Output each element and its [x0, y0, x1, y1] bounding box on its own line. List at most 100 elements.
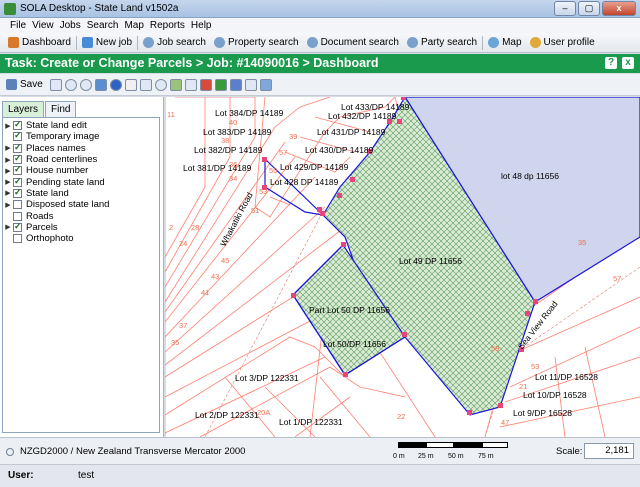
layer-checkbox[interactable] — [13, 221, 22, 232]
label-lot-10: Lot 10/DP 16528 — [523, 390, 587, 400]
minimize-button[interactable]: – — [554, 1, 576, 16]
layer-item[interactable]: ▶ Disposed state land — [3, 199, 159, 210]
house-number: 45 — [221, 256, 229, 265]
dashboard-button[interactable]: Dashboard — [4, 34, 75, 52]
split-icon[interactable] — [229, 78, 242, 91]
add-node-icon[interactable] — [214, 78, 227, 91]
layer-icon[interactable] — [259, 78, 272, 91]
menu-help[interactable]: Help — [191, 18, 212, 33]
help-button[interactable]: ? — [605, 57, 617, 69]
layer-checkbox[interactable] — [13, 164, 22, 176]
layer-item[interactable]: Orthophoto — [3, 233, 159, 244]
map-button[interactable]: Map — [484, 34, 525, 52]
maximize-button[interactable]: ▢ — [578, 1, 600, 16]
select-icon[interactable] — [154, 78, 167, 91]
menu-view[interactable]: View — [32, 18, 54, 33]
document-search-button[interactable]: Document search — [303, 34, 403, 52]
save-icon[interactable] — [6, 79, 17, 90]
window-title: SOLA Desktop - State Land v1502a — [20, 3, 179, 14]
expand-arrow-icon[interactable]: ▶ — [3, 178, 13, 186]
print-icon[interactable] — [139, 78, 152, 91]
save-button[interactable]: Save — [20, 79, 43, 91]
expand-arrow-icon[interactable]: ▶ — [3, 223, 13, 231]
menu-map[interactable]: Map — [124, 18, 143, 33]
expand-arrow-icon[interactable]: ▶ — [3, 156, 13, 164]
merge-icon[interactable] — [244, 78, 257, 91]
zoom-out-icon[interactable] — [79, 78, 92, 91]
crs-icon — [6, 448, 14, 456]
menu-jobs[interactable]: Jobs — [60, 18, 81, 33]
dashboard-label: Dashboard — [22, 37, 71, 48]
layer-item[interactable]: ▶ Parcels — [3, 221, 159, 233]
property-search-button[interactable]: Property search — [210, 34, 303, 52]
house-number: 38 — [221, 136, 229, 145]
map-svg[interactable]: Lot 433/DP 14189 Lot 384/DP 14189 Lot 43… — [165, 97, 640, 437]
edit-vertex-icon[interactable] — [199, 78, 212, 91]
tab-layers[interactable]: Layers — [2, 101, 45, 117]
menu-file[interactable]: File — [10, 18, 26, 33]
layer-item[interactable]: Roads — [3, 210, 159, 222]
layer-label: State land — [26, 187, 69, 199]
close-window-button[interactable]: x — [602, 1, 636, 16]
expand-arrow-icon[interactable]: ▶ — [3, 167, 13, 175]
layer-item[interactable]: ▶ State land edit — [3, 119, 159, 131]
house-number: 40 — [229, 118, 237, 127]
map-canvas[interactable]: Lot 433/DP 14189 Lot 384/DP 14189 Lot 43… — [165, 97, 640, 437]
snap-icon[interactable] — [169, 78, 182, 91]
full-extent-icon[interactable] — [49, 78, 62, 91]
expand-arrow-icon[interactable]: ▶ — [3, 189, 13, 197]
label-lot-11: Lot 11/DP 16528 — [535, 372, 598, 382]
expand-arrow-icon[interactable]: ▶ — [3, 201, 13, 209]
grid-icon[interactable] — [184, 78, 197, 91]
close-task-button[interactable]: x — [622, 57, 634, 69]
layer-label: Road centerlines — [26, 154, 98, 166]
layer-item[interactable]: ▶ House number — [3, 164, 159, 176]
pan-icon[interactable] — [94, 78, 107, 91]
zoom-in-icon[interactable] — [64, 78, 77, 91]
layer-checkbox[interactable] — [13, 187, 22, 198]
layer-checkbox[interactable] — [13, 142, 22, 153]
layer-checkbox[interactable] — [13, 234, 22, 244]
layer-item[interactable]: Temporary image — [3, 130, 159, 142]
label-lot-430: Lot 430/DP 14189 — [305, 145, 374, 155]
label-lot-50: Lot 50/DP 11656 — [323, 339, 386, 349]
new-job-button[interactable]: New job — [78, 34, 136, 52]
measure-icon[interactable] — [124, 78, 137, 91]
tab-find[interactable]: Find — [45, 101, 77, 117]
user-profile-button[interactable]: User profile — [526, 34, 599, 52]
expand-arrow-icon[interactable]: ▶ — [3, 122, 13, 130]
scale-input[interactable]: 2,181 — [584, 443, 634, 459]
house-number: 57 — [279, 148, 287, 157]
party-search-button[interactable]: Party search — [403, 34, 481, 52]
layer-item[interactable]: ▶ Road centerlines — [3, 153, 159, 166]
label-lot-49: Lot 49 DP 11656 — [399, 256, 462, 266]
info-icon[interactable] — [109, 78, 122, 91]
label-lot-2: Lot 2/DP 122331 — [195, 410, 259, 420]
layer-item[interactable]: ▶ Places names — [3, 142, 159, 154]
crs-label: NZGD2000 / New Zealand Transverse Mercat… — [20, 446, 246, 457]
scale-tick: 50 m — [448, 453, 464, 460]
job-search-button[interactable]: Job search — [139, 34, 210, 52]
party-search-label: Party search — [420, 37, 478, 48]
house-number: 35 — [578, 238, 586, 247]
layer-checkbox[interactable] — [13, 200, 22, 210]
layer-item[interactable]: ▶ State land — [3, 187, 159, 199]
layer-checkbox[interactable] — [13, 211, 22, 221]
label-lot-431: Lot 431/DP 14189 — [317, 127, 386, 137]
layer-label: Pending state land — [26, 176, 105, 188]
label-lot-429: Lot 429/DP 14189 — [280, 162, 349, 172]
map-status-bar: NZGD2000 / New Zealand Transverse Mercat… — [0, 437, 640, 464]
layer-checkbox[interactable] — [13, 119, 22, 131]
menu-reports[interactable]: Reports — [150, 18, 185, 33]
layer-checkbox[interactable] — [13, 130, 22, 142]
layer-item[interactable]: ▶ Pending state land — [3, 176, 159, 188]
toolbar-separator — [482, 35, 484, 50]
house-number: 43 — [211, 272, 219, 281]
menu-search[interactable]: Search — [87, 18, 119, 33]
expand-arrow-icon[interactable]: ▶ — [3, 144, 13, 152]
layer-checkbox[interactable] — [13, 176, 22, 187]
layer-checkbox[interactable] — [13, 153, 22, 165]
house-number: 51 — [251, 206, 259, 215]
layer-label: Orthophoto — [26, 233, 74, 245]
house-number: 53 — [531, 362, 539, 371]
